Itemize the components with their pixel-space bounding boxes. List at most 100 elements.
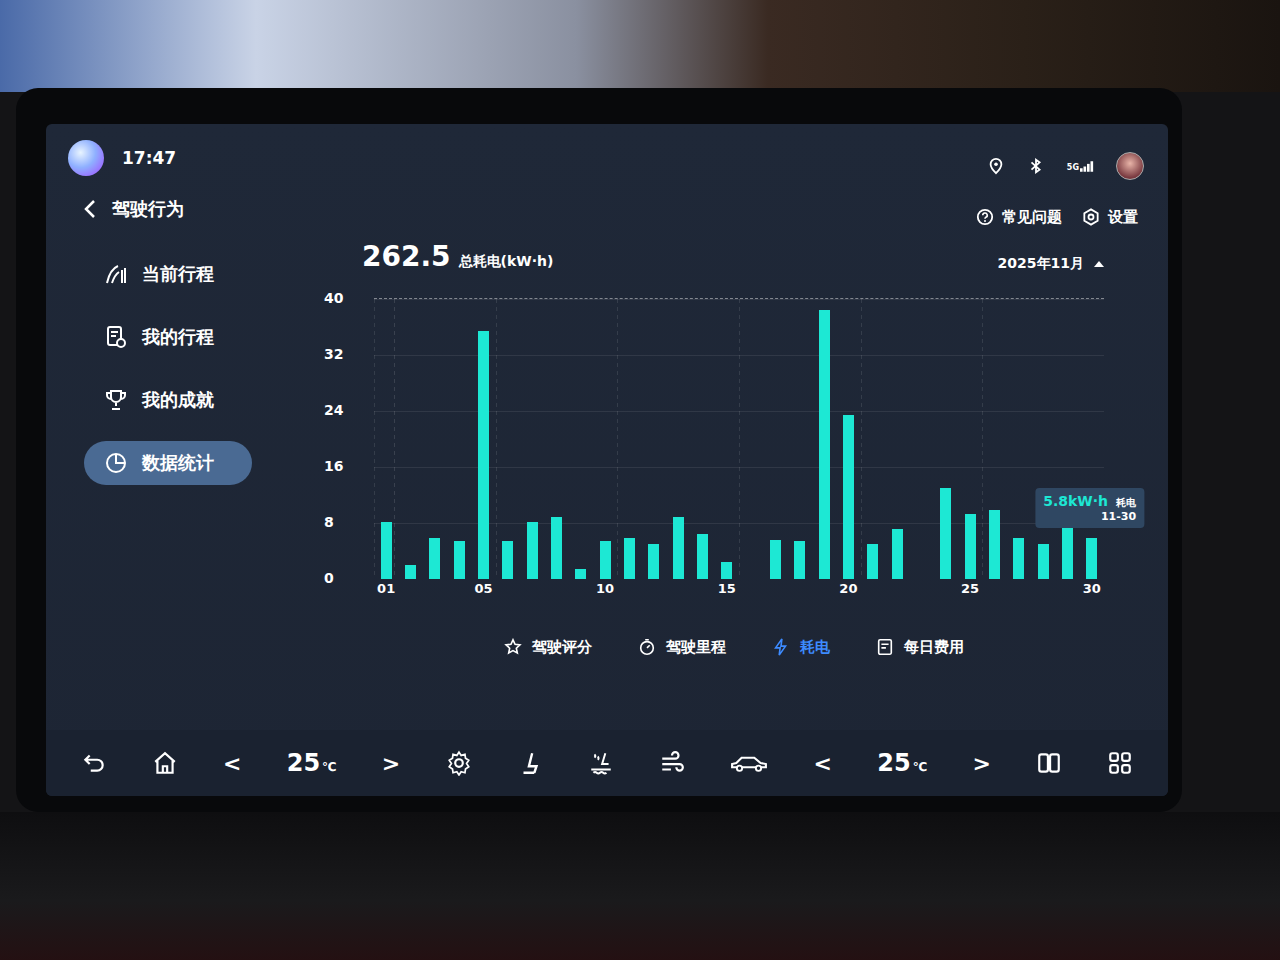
signal-icon bbox=[1080, 161, 1094, 172]
help-icon bbox=[976, 208, 994, 226]
screen-bezel: 17:47 5G 驾驶行为 常见问题 设置 当前行程 我的行程 我的成就 数据统… bbox=[16, 88, 1182, 812]
y-tick: 24 bbox=[324, 402, 364, 418]
bar[interactable] bbox=[381, 522, 392, 579]
photo-scene: 17:47 5G 驾驶行为 常见问题 设置 当前行程 我的行程 我的成就 数据统… bbox=[0, 0, 1280, 960]
seat-heating-icon[interactable] bbox=[588, 750, 614, 776]
bar[interactable] bbox=[1062, 527, 1073, 580]
return-icon[interactable] bbox=[81, 750, 107, 776]
back-icon bbox=[84, 199, 96, 219]
passenger-temp-up-button[interactable]: > bbox=[972, 751, 990, 776]
seat-icon[interactable] bbox=[517, 750, 543, 776]
back-button[interactable]: 驾驶行为 bbox=[84, 197, 184, 221]
x-tick: 05 bbox=[474, 579, 492, 601]
statistics-panel: 262.5 总耗电(kW·h) 2025年11月 40 32 24 16 8 0 5.8k… bbox=[278, 236, 1168, 730]
x-tick: 20 bbox=[839, 579, 857, 601]
x-tick: 30 bbox=[1083, 579, 1101, 601]
pie-chart-icon bbox=[104, 451, 128, 475]
bar[interactable] bbox=[1013, 538, 1024, 579]
sidebar-item[interactable]: 我的行程 bbox=[84, 315, 252, 359]
bar[interactable] bbox=[867, 544, 878, 579]
airflow-icon[interactable] bbox=[659, 750, 685, 776]
dock-bar: < 25℃ > < 25℃ > bbox=[46, 730, 1168, 796]
gear-icon[interactable] bbox=[446, 750, 472, 776]
header-link[interactable]: 常见问题 bbox=[976, 208, 1062, 227]
bar-tooltip: 5.8kW·h 耗电 11-30 bbox=[1035, 488, 1144, 528]
clock: 17:47 bbox=[122, 148, 176, 168]
home-icon[interactable] bbox=[152, 750, 178, 776]
lightning-icon bbox=[772, 638, 790, 656]
y-tick: 32 bbox=[324, 346, 364, 362]
odometer-icon bbox=[638, 638, 656, 656]
sidebar-item[interactable]: 数据统计 bbox=[84, 441, 252, 485]
x-tick: 15 bbox=[718, 579, 736, 601]
bar[interactable] bbox=[1038, 544, 1049, 579]
y-axis: 40 32 24 16 8 0 bbox=[324, 290, 364, 586]
bluetooth-icon bbox=[1027, 157, 1045, 175]
bar[interactable] bbox=[429, 538, 440, 579]
x-tick: 01 bbox=[377, 579, 395, 601]
bar[interactable] bbox=[965, 514, 976, 579]
total-consumption: 262.5 总耗电(kW·h) bbox=[362, 240, 553, 273]
passenger-temp-down-button[interactable]: < bbox=[814, 751, 832, 776]
y-tick: 0 bbox=[324, 570, 364, 586]
bar[interactable] bbox=[940, 488, 951, 579]
app-grid-icon[interactable] bbox=[1107, 750, 1133, 776]
signal-indicator: 5G bbox=[1067, 161, 1094, 172]
status-bar: 17:47 5G bbox=[46, 124, 1168, 180]
temp-up-button[interactable]: > bbox=[382, 751, 400, 776]
metric-tab[interactable]: 驾驶评分 bbox=[504, 635, 592, 659]
metric-tabs: 驾驶评分 驾驶里程 耗电 每日费用 bbox=[324, 635, 1104, 659]
metric-tab[interactable]: 耗电 bbox=[772, 635, 830, 659]
bar[interactable] bbox=[551, 517, 562, 579]
bar[interactable] bbox=[989, 510, 1000, 579]
bar[interactable] bbox=[843, 415, 854, 580]
car-interior bbox=[0, 812, 1280, 960]
screen: 17:47 5G 驾驶行为 常见问题 设置 当前行程 我的行程 我的成就 数据统… bbox=[46, 124, 1168, 796]
bar[interactable] bbox=[892, 529, 903, 579]
bar[interactable] bbox=[819, 310, 830, 580]
metric-tab[interactable]: 每日费用 bbox=[876, 635, 964, 659]
bar[interactable] bbox=[697, 534, 708, 580]
metric-tab[interactable]: 驾驶里程 bbox=[638, 635, 726, 659]
avatar-icon[interactable] bbox=[1116, 152, 1144, 180]
bar[interactable] bbox=[721, 562, 732, 580]
bar[interactable] bbox=[502, 541, 513, 579]
bar[interactable] bbox=[624, 538, 635, 579]
bar[interactable] bbox=[648, 544, 659, 579]
month-picker[interactable]: 2025年11月 bbox=[998, 239, 1104, 273]
header-link[interactable]: 设置 bbox=[1082, 208, 1138, 227]
route-icon bbox=[104, 262, 128, 286]
bar[interactable] bbox=[527, 522, 538, 579]
y-tick: 40 bbox=[324, 290, 364, 306]
bar[interactable] bbox=[673, 517, 684, 579]
car-icon[interactable] bbox=[730, 752, 768, 774]
street-background bbox=[0, 0, 1280, 92]
plot-area: 5.8kW·h 耗电 11-30 bbox=[374, 298, 1104, 579]
sidebar-item[interactable]: 当前行程 bbox=[84, 252, 252, 296]
page-header: 驾驶行为 常见问题 设置 bbox=[46, 180, 1168, 236]
receipt-icon bbox=[876, 638, 894, 656]
location-icon bbox=[987, 157, 1005, 175]
temp-down-button[interactable]: < bbox=[223, 751, 241, 776]
x-axis: 01 05 10 15 20 25 30 bbox=[374, 579, 1104, 601]
bar[interactable] bbox=[600, 541, 611, 580]
consumption-chart: 4032241680 5.8kW·h 耗电 11-30 010510152025… bbox=[324, 298, 1104, 601]
bar[interactable] bbox=[1086, 538, 1097, 579]
bar[interactable] bbox=[405, 565, 416, 579]
y-tick: 8 bbox=[324, 514, 364, 530]
driver-temperature: 25℃ bbox=[287, 749, 337, 777]
sidebar-item[interactable]: 我的成就 bbox=[84, 378, 252, 422]
bar[interactable] bbox=[794, 541, 805, 580]
score-icon bbox=[504, 638, 522, 656]
bar[interactable] bbox=[454, 541, 465, 580]
bar[interactable] bbox=[575, 569, 586, 580]
bar[interactable] bbox=[478, 331, 489, 580]
y-tick: 16 bbox=[324, 458, 364, 474]
bar[interactable] bbox=[770, 540, 781, 579]
passenger-temperature: 25℃ bbox=[877, 749, 927, 777]
x-tick: 25 bbox=[961, 579, 979, 601]
assistant-orb-icon[interactable] bbox=[68, 140, 104, 176]
x-tick: 10 bbox=[596, 579, 614, 601]
trophy-icon bbox=[104, 388, 128, 412]
split-screen-icon[interactable] bbox=[1036, 750, 1062, 776]
